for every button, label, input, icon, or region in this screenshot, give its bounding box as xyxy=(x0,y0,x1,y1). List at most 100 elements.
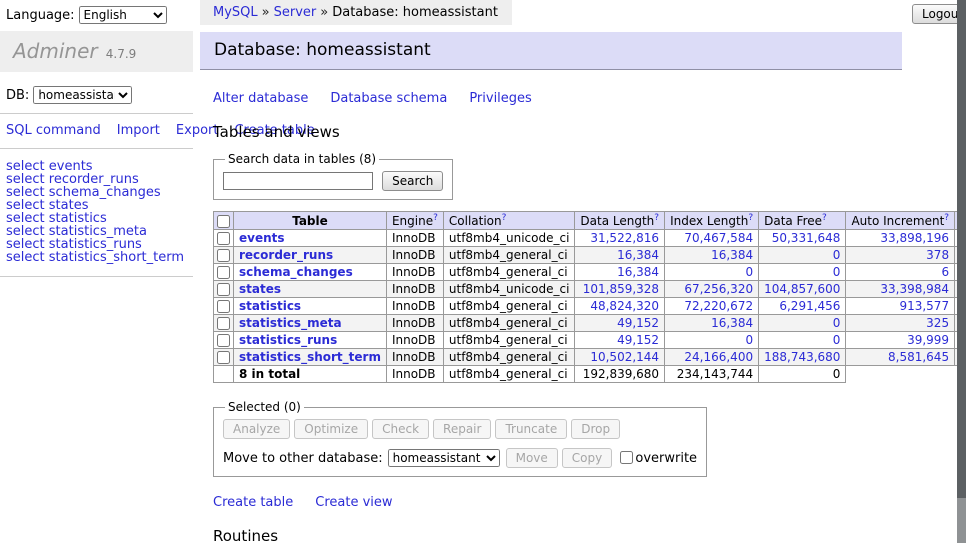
data-free-link[interactable]: 0 xyxy=(833,316,841,330)
sidebar-divider xyxy=(0,276,193,277)
table-name-link[interactable]: statistics_short_term xyxy=(239,350,381,364)
column-help-link[interactable]: ? xyxy=(433,213,438,223)
index-length-link[interactable]: 72,220,672 xyxy=(684,299,753,313)
auto-increment-link[interactable]: 8,581,645 xyxy=(888,350,949,364)
selected-buttons-row: AnalyzeOptimizeCheckRepairTruncateDrop xyxy=(223,419,697,439)
column-help-link[interactable]: ? xyxy=(822,213,827,223)
auto-increment-link[interactable]: 378 xyxy=(926,248,949,262)
column-header-engine: Engine? xyxy=(386,212,443,230)
collation-cell: utf8mb4_unicode_ci xyxy=(443,281,575,298)
scrollbar-thumb[interactable] xyxy=(957,0,966,498)
data-free-link[interactable]: 0 xyxy=(833,333,841,347)
repair-button[interactable]: Repair xyxy=(433,419,491,439)
data-free-cell: 50,331,648 xyxy=(759,230,846,247)
auto-increment-link[interactable]: 913,577 xyxy=(899,299,949,313)
row-checkbox[interactable] xyxy=(217,266,230,279)
data-free-link[interactable]: 0 xyxy=(833,248,841,262)
auto-increment-cell: 913,577 xyxy=(846,298,955,315)
index-length-link[interactable]: 70,467,584 xyxy=(684,231,753,245)
auto-increment-link[interactable]: 33,398,984 xyxy=(880,282,949,296)
data-length-link[interactable]: 49,152 xyxy=(617,333,659,347)
column-help-link[interactable]: ? xyxy=(944,213,949,223)
language-select[interactable]: English xyxy=(79,6,167,24)
search-fieldset: Search data in tables (8) Search xyxy=(213,152,453,200)
analyze-button[interactable]: Analyze xyxy=(223,419,290,439)
column-help-link[interactable]: ? xyxy=(654,213,659,223)
overwrite-checkbox[interactable] xyxy=(620,451,633,464)
table-name-link[interactable]: schema_changes xyxy=(239,265,353,279)
privileges-link[interactable]: Privileges xyxy=(469,91,532,106)
optimize-button[interactable]: Optimize xyxy=(294,419,368,439)
index-length-link[interactable]: 16,384 xyxy=(711,316,753,330)
data-length-link[interactable]: 16,384 xyxy=(617,248,659,262)
data-length-link[interactable]: 48,824,320 xyxy=(590,299,659,313)
index-length-link[interactable]: 16,384 xyxy=(711,248,753,262)
data-length-cell: 10,502,144 xyxy=(575,349,665,366)
data-length-link[interactable]: 31,522,816 xyxy=(590,231,659,245)
data-free-link[interactable]: 50,331,648 xyxy=(772,231,841,245)
table-name-link[interactable]: events xyxy=(239,231,285,245)
table-name-link[interactable]: statistics_meta xyxy=(239,316,342,330)
sidebar-select-link[interactable]: select xyxy=(6,250,45,265)
data-free-link[interactable]: 0 xyxy=(833,265,841,279)
data-length-link[interactable]: 101,859,328 xyxy=(583,282,659,296)
data-free-link[interactable]: 104,857,600 xyxy=(764,282,840,296)
row-checkbox-cell xyxy=(214,230,234,247)
select-all-checkbox[interactable] xyxy=(217,215,230,228)
auto-increment-link[interactable]: 33,898,196 xyxy=(880,231,949,245)
row-checkbox[interactable] xyxy=(217,317,230,330)
search-input[interactable] xyxy=(223,172,373,190)
sidebar-table-row: select statistics_short_term xyxy=(6,251,193,264)
total-data-length-cell: 192,839,680 xyxy=(575,366,665,383)
check-button[interactable]: Check xyxy=(372,419,429,439)
move-db-select[interactable]: homeassistant xyxy=(388,449,500,467)
row-checkbox[interactable] xyxy=(217,283,230,296)
breadcrumb-item[interactable]: Server xyxy=(274,5,317,20)
drop-button[interactable]: Drop xyxy=(571,419,620,439)
sql-command-link[interactable]: SQL command xyxy=(6,123,101,138)
auto-increment-cell: 8,581,645 xyxy=(846,349,955,366)
row-checkbox[interactable] xyxy=(217,249,230,262)
index-length-link[interactable]: 24,166,400 xyxy=(684,350,753,364)
database-schema-link[interactable]: Database schema xyxy=(330,91,447,106)
alter-database-link[interactable]: Alter database xyxy=(213,91,308,106)
breadcrumb-item[interactable]: MySQL xyxy=(213,5,258,20)
index-length-link[interactable]: 0 xyxy=(745,333,753,347)
row-checkbox[interactable] xyxy=(217,351,230,364)
selected-fieldset: Selected (0) AnalyzeOptimizeCheckRepairT… xyxy=(213,400,707,477)
create-table-link[interactable]: Create table xyxy=(213,495,293,510)
copy-button[interactable]: Copy xyxy=(562,448,612,468)
table-name-link[interactable]: recorder_runs xyxy=(239,248,333,262)
engine-cell: InnoDB xyxy=(386,264,443,281)
row-checkbox[interactable] xyxy=(217,334,230,347)
data-length-link[interactable]: 49,152 xyxy=(617,316,659,330)
index-length-link[interactable]: 0 xyxy=(745,265,753,279)
index-length-link[interactable]: 67,256,320 xyxy=(684,282,753,296)
scrollbar[interactable] xyxy=(957,0,966,543)
db-select[interactable]: homeassistant xyxy=(33,86,132,104)
table-name-link[interactable]: statistics_runs xyxy=(239,333,337,347)
table-name-link[interactable]: statistics xyxy=(239,299,301,313)
truncate-button[interactable]: Truncate xyxy=(495,419,567,439)
data-length-cell: 49,152 xyxy=(575,332,665,349)
row-checkbox[interactable] xyxy=(217,232,230,245)
total-data-free-cell: 0 xyxy=(759,366,846,383)
move-button[interactable]: Move xyxy=(506,448,558,468)
column-help-link[interactable]: ? xyxy=(502,213,507,223)
import-link[interactable]: Import xyxy=(117,123,160,138)
data-length-link[interactable]: 10,502,144 xyxy=(590,350,659,364)
auto-increment-link[interactable]: 6 xyxy=(941,265,949,279)
auto-increment-link[interactable]: 325 xyxy=(926,316,949,330)
table-name-cell: statistics_runs xyxy=(234,332,387,349)
search-button[interactable]: Search xyxy=(382,171,443,191)
table-name-link[interactable]: states xyxy=(239,282,281,296)
data-free-link[interactable]: 6,291,456 xyxy=(779,299,840,313)
data-length-link[interactable]: 16,384 xyxy=(617,265,659,279)
data-free-link[interactable]: 188,743,680 xyxy=(764,350,840,364)
column-help-link[interactable]: ? xyxy=(748,213,753,223)
create-view-link[interactable]: Create view xyxy=(315,495,392,510)
auto-increment-link[interactable]: 39,999 xyxy=(907,333,949,347)
sidebar-table-link[interactable]: statistics_short_term xyxy=(49,250,184,265)
row-checkbox[interactable] xyxy=(217,300,230,313)
create-links: Create table Create view xyxy=(213,495,958,510)
